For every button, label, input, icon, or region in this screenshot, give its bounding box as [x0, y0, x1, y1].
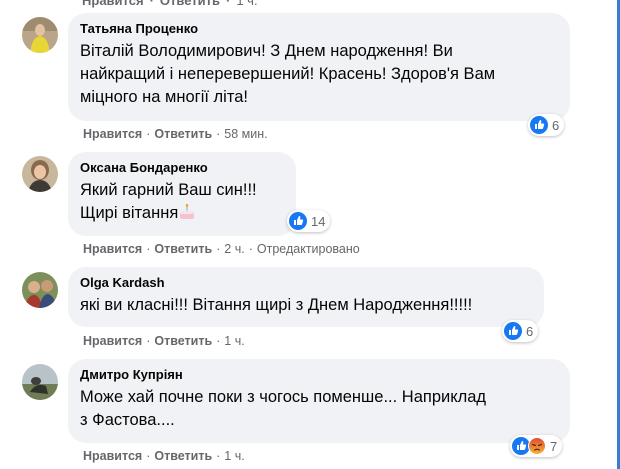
avatar[interactable] — [22, 364, 58, 400]
comment-bubble: Татьяна Проценко Віталій Володимирович! … — [68, 13, 570, 121]
avatar-photo — [22, 364, 58, 400]
separator-dot: · — [146, 127, 151, 141]
comment-actions: Нравится · Ответить · 2 ч. · Отредактиро… — [83, 242, 360, 256]
avatar-photo — [22, 272, 58, 308]
comment-bubble: Оксана Бондаренко Який гарний Ваш син!!!… — [68, 152, 296, 236]
avatar[interactable] — [22, 17, 58, 53]
comment-text: Може хай почне поки з чогось поменше... … — [80, 388, 487, 429]
like-icon — [504, 322, 522, 340]
comment-text: Віталій Володимирович! З Днем народження… — [80, 42, 496, 106]
separator-dot: · — [225, 0, 231, 8]
separator-dot: · — [149, 0, 154, 8]
reply-link[interactable]: Ответить — [154, 334, 212, 348]
like-link[interactable]: Нравится — [83, 334, 142, 348]
reaction-count: 14 — [311, 213, 326, 229]
comment-time[interactable]: 1 ч. — [224, 449, 244, 463]
separator-dot: · — [216, 449, 221, 463]
comment-bubble: Olga Kardash які ви класні!!! Вітання щи… — [68, 267, 544, 327]
like-icon — [289, 212, 307, 230]
angry-icon — [528, 437, 546, 455]
comment-actions: Нравится · Ответить · 1 ч. — [83, 449, 245, 463]
separator-dot: · — [146, 242, 151, 256]
separator-dot: · — [146, 449, 151, 463]
separator-dot: · — [248, 242, 253, 256]
like-link[interactable]: Нравится — [83, 242, 142, 256]
comment-time[interactable]: 2 ч. — [224, 242, 244, 256]
comment-time[interactable]: 1 ч. — [224, 334, 244, 348]
like-link[interactable]: Нравится — [83, 449, 142, 463]
like-icon — [530, 116, 548, 134]
comment-actions: Нравится · Ответить · 1 ч. — [83, 334, 245, 348]
like-link[interactable]: Нравится — [83, 127, 142, 141]
comment-author[interactable]: Дмитро Купріян — [80, 367, 558, 383]
comment-text: які ви класні!!! Вітання щирі з Днем Нар… — [80, 296, 473, 314]
comment-author[interactable]: Татьяна Проценко — [80, 21, 558, 37]
avatar[interactable] — [22, 156, 58, 192]
reaction-summary[interactable]: 7 — [510, 435, 563, 457]
reaction-summary[interactable]: 6 — [502, 320, 539, 342]
reply-link[interactable]: Ответить — [154, 127, 212, 141]
reaction-count: 6 — [526, 323, 534, 339]
edited-label[interactable]: Отредактировано — [257, 242, 360, 256]
separator-dot: · — [216, 334, 221, 348]
comment-author[interactable]: Оксана Бондаренко — [80, 160, 284, 176]
reaction-summary[interactable]: 14 — [287, 210, 331, 232]
comment-bubble: Дмитро Купріян Може хай почне поки з чог… — [68, 359, 570, 443]
avatar[interactable] — [22, 272, 58, 308]
separator-dot: · — [216, 127, 221, 141]
comment-actions: Нравится · Ответить · 58 мин. — [83, 127, 268, 141]
like-link[interactable]: Нравится — [82, 0, 144, 8]
comment-time[interactable]: 1 ч. — [236, 0, 257, 8]
birthday-cake-icon — [180, 203, 195, 219]
avatar-photo — [22, 17, 58, 53]
reply-link[interactable]: Ответить — [160, 0, 220, 8]
separator-dot: · — [216, 242, 221, 256]
comment-time[interactable]: 58 мин. — [224, 127, 267, 141]
reply-link[interactable]: Ответить — [154, 242, 212, 256]
avatar-photo — [22, 156, 58, 192]
reaction-summary[interactable]: 6 — [528, 114, 565, 136]
comment-text: Який гарний Ваш син!!! Щирі вітання — [80, 179, 284, 225]
reply-link[interactable]: Ответить — [154, 449, 212, 463]
comment-text-body: Який гарний Ваш син!!! Щирі вітання — [80, 181, 257, 222]
separator-dot: · — [146, 334, 151, 348]
reaction-count: 6 — [552, 117, 560, 133]
previous-comment-actions: Нравится · Ответить · 1 ч. — [82, 0, 258, 8]
comment-author[interactable]: Olga Kardash — [80, 275, 532, 291]
reaction-count: 7 — [550, 438, 558, 454]
